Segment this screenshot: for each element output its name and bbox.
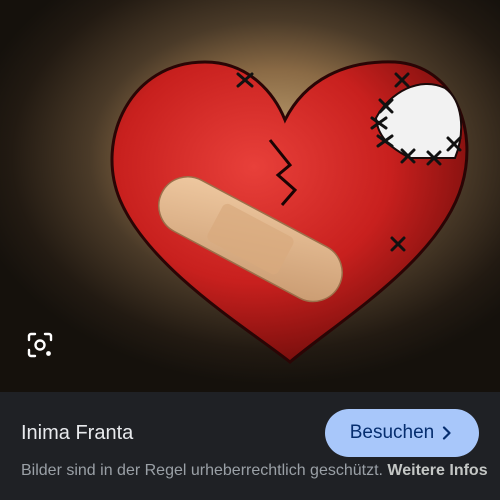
lens-icon — [27, 332, 53, 358]
result-image[interactable] — [0, 0, 500, 392]
lens-button[interactable] — [27, 332, 61, 366]
heart-illustration — [110, 60, 469, 364]
more-info-link[interactable]: Weitere Infos — [387, 462, 487, 479]
visit-button-label: Besuchen — [349, 422, 435, 443]
visit-button[interactable]: Besuchen — [325, 409, 479, 457]
copyright-text: Bilder sind in der Regel urheberrechtlic… — [21, 462, 383, 479]
chevron-right-icon — [443, 426, 451, 440]
copyright-notice: Bilder sind in der Regel urheberrechtlic… — [21, 460, 491, 482]
source-title[interactable]: Inima Franta — [21, 421, 133, 445]
